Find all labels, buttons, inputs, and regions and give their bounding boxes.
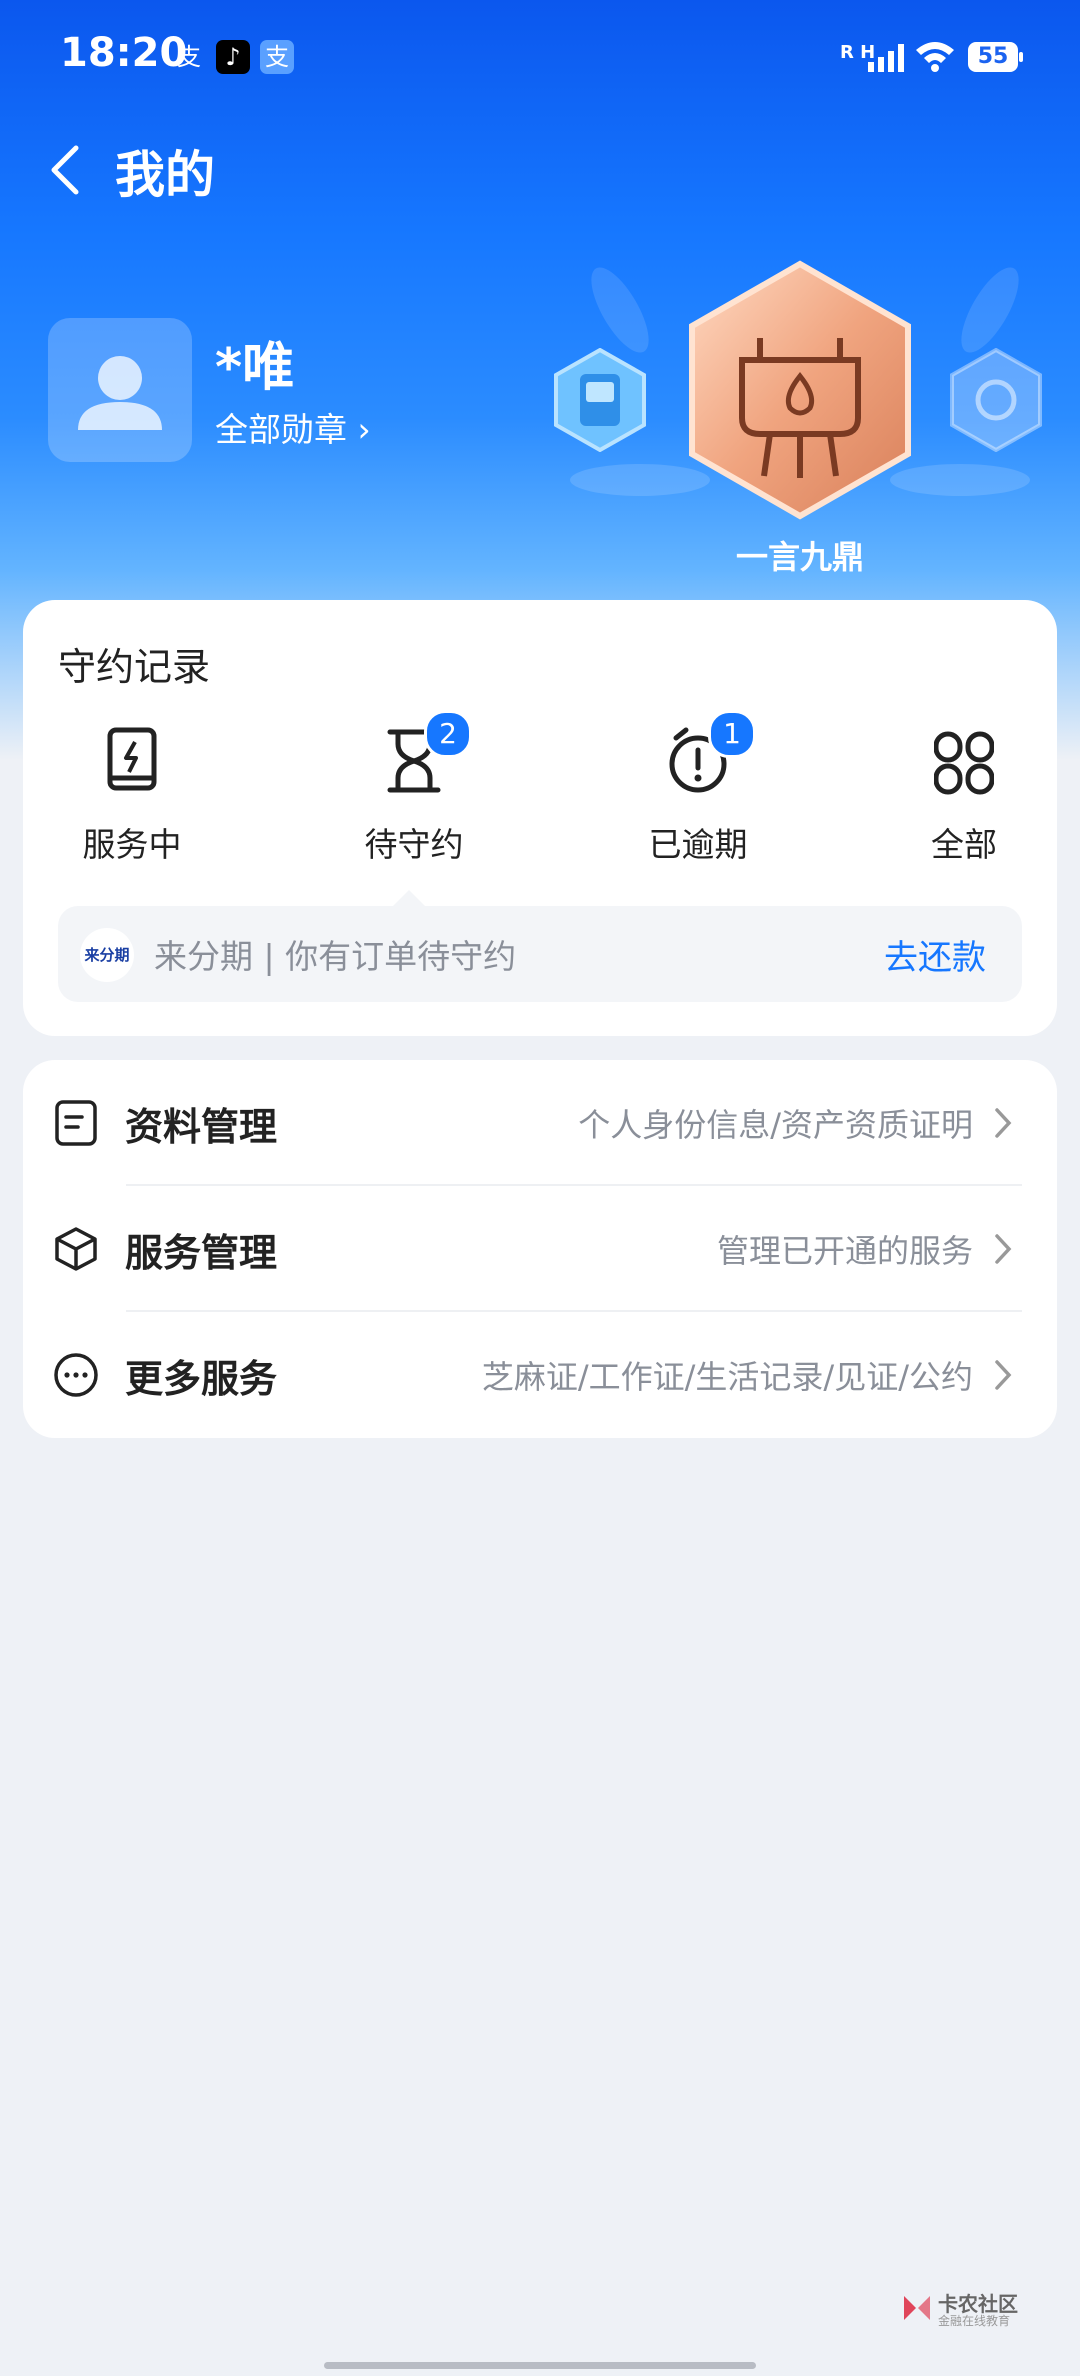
page-title: 我的 — [115, 146, 215, 204]
back-arrow-icon[interactable] — [40, 140, 100, 200]
pending-notice-bar[interactable]: 来分期 来分期 | 你有订单待守约 去还款 — [58, 906, 1022, 1002]
notice-text: 来分期 | 你有订单待守约 — [154, 937, 517, 976]
chevron-right-icon — [995, 1360, 1012, 1390]
user-name: *唯 — [215, 338, 295, 398]
service-management-row[interactable]: 服务管理 管理已开通的服务 — [23, 1186, 1057, 1312]
status-bar: 18:20 支 ♪ 支 R H 55 — [0, 0, 1080, 110]
row-description: 管理已开通的服务 — [716, 1232, 973, 1270]
medal-locked-icon[interactable] — [948, 348, 1044, 452]
chevron-right-icon — [995, 1108, 1012, 1138]
row-title: 服务管理 — [125, 1231, 278, 1275]
watermark-subtext: 金融在线教育 — [938, 2314, 1011, 2328]
tiktok-notification-icon: ♪ — [216, 40, 250, 74]
record-label: 服务中 — [82, 825, 182, 864]
pending-count-badge: 2 — [424, 710, 472, 758]
watermark: 卡农社区 金融在线教育 — [900, 2288, 1030, 2328]
avatar[interactable] — [48, 318, 192, 462]
row-description: 芝麻证/工作证/生活记录/见证/公约 — [481, 1358, 973, 1396]
wifi-icon — [916, 42, 954, 72]
service-book-icon — [107, 727, 157, 791]
cube-icon — [55, 1227, 97, 1271]
chevron-right-icon — [995, 1234, 1012, 1264]
records-title: 守约记录 — [58, 645, 211, 689]
record-item-in-service[interactable]: 服务中 — [52, 718, 212, 868]
grid-four-icon — [934, 731, 994, 795]
row-title: 更多服务 — [125, 1357, 278, 1401]
battery-level: 55 — [968, 42, 1018, 72]
status-time: 18:20 — [60, 30, 188, 76]
home-indicator[interactable] — [324, 2362, 756, 2369]
record-item-all[interactable]: 全部 — [884, 718, 1044, 868]
alipay-notification-icon: 支 — [177, 43, 201, 71]
medal-card-icon[interactable] — [552, 348, 648, 452]
repay-button[interactable]: 去还款 — [884, 930, 986, 979]
notice-pointer — [393, 890, 425, 906]
row-title: 资料管理 — [125, 1105, 278, 1149]
row-description: 个人身份信息/资产资质证明 — [578, 1106, 973, 1144]
more-dots-icon — [54, 1353, 98, 1397]
user-silhouette-icon — [78, 356, 162, 430]
watermark-logo-icon — [904, 2296, 930, 2320]
data-management-row[interactable]: 资料管理 个人身份信息/资产资质证明 — [23, 1060, 1057, 1186]
battery-tip — [1019, 52, 1023, 62]
ding-medal-icon[interactable] — [680, 258, 920, 522]
medal-name: 一言九鼎 — [735, 538, 864, 576]
signal-icon — [868, 44, 904, 72]
record-label: 待守约 — [364, 825, 464, 864]
record-label: 全部 — [931, 825, 997, 864]
more-services-row[interactable]: 更多服务 芝麻证/工作证/生活记录/见证/公约 — [23, 1312, 1057, 1438]
all-medals-link[interactable]: 全部勋章 › — [215, 403, 371, 451]
record-label: 已逾期 — [648, 825, 748, 864]
alipay-notification-icon-2: 支 — [260, 40, 294, 74]
overdue-count-badge: 1 — [708, 710, 756, 758]
document-icon — [55, 1100, 97, 1146]
laifenqi-logo: 来分期 — [80, 928, 134, 982]
